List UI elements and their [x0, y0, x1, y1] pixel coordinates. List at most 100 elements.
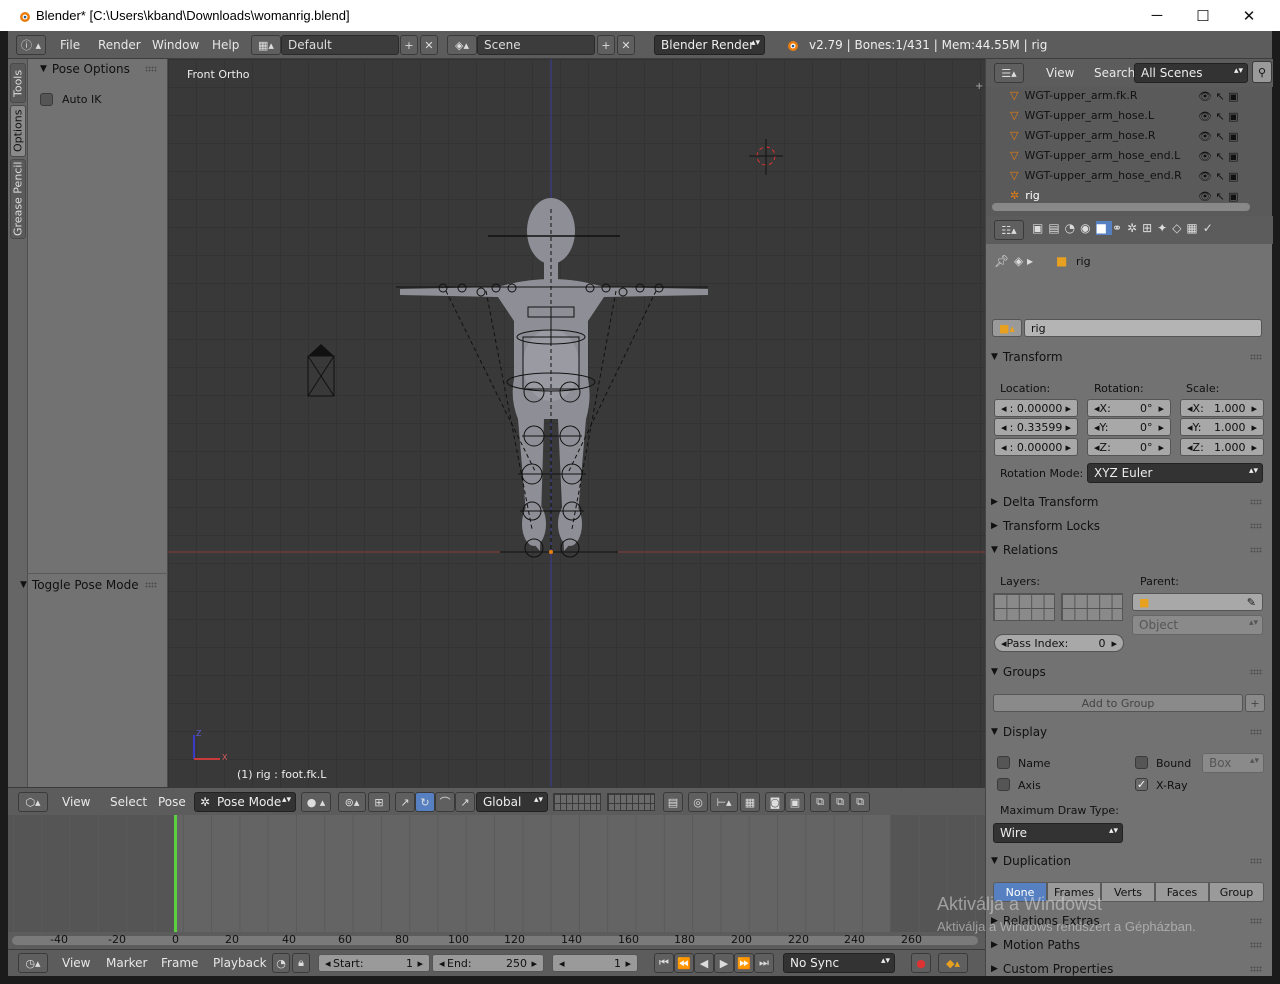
- auto-ik-option[interactable]: Auto IK: [40, 93, 102, 106]
- scale-y-field[interactable]: ◂ Y: 1.000 ▸: [1180, 418, 1264, 436]
- location-x-field[interactable]: ◂: 0.00000 ▸: [994, 399, 1078, 417]
- toggle-pose-panel-header[interactable]: ▼ Toggle Pose Mode: [20, 575, 160, 595]
- jump-start-button[interactable]: ⏮: [654, 953, 674, 973]
- scale-manipulator[interactable]: ⌒: [435, 792, 455, 812]
- start-frame-field[interactable]: ◂ Start: 1 ▸: [318, 954, 430, 972]
- menu-window[interactable]: Window: [144, 38, 207, 52]
- drag-grip-icon[interactable]: [1250, 858, 1262, 864]
- translate-manipulator[interactable]: ↗: [395, 792, 415, 812]
- drag-grip-icon[interactable]: [1250, 729, 1262, 735]
- object-tab-icon[interactable]: ■: [1095, 221, 1112, 235]
- lock-layers-button[interactable]: ▤: [663, 792, 683, 812]
- dup-verts-button[interactable]: Verts: [1101, 882, 1155, 902]
- render-camera-button[interactable]: ◙: [765, 792, 785, 812]
- xray-checkbox[interactable]: ✓: [1135, 778, 1148, 791]
- editor-type-button[interactable]: ⓘ ▴: [16, 35, 46, 55]
- drag-grip-icon[interactable]: [1250, 669, 1262, 675]
- display-panel-header[interactable]: ▼ Display: [991, 721, 1266, 743]
- current-frame-field[interactable]: ◂ 1 ▸: [552, 954, 638, 972]
- drag-grip-icon[interactable]: [1250, 918, 1262, 924]
- timeline-cursor[interactable]: [174, 815, 177, 932]
- drag-grip-icon[interactable]: [145, 66, 157, 72]
- menu-view[interactable]: View: [54, 956, 98, 970]
- tab-options[interactable]: Options: [10, 105, 26, 157]
- rotate-manipulator[interactable]: ↻: [415, 792, 435, 812]
- menu-view[interactable]: View: [1038, 66, 1082, 80]
- object-browse-button[interactable]: ■▴: [992, 319, 1022, 337]
- pin-icon[interactable]: 📌︎: [994, 254, 1009, 268]
- mode-select[interactable]: ✲ Pose Mode ▴▾: [194, 792, 296, 812]
- object-layers-grid-2[interactable]: [1061, 593, 1123, 621]
- close-button[interactable]: ✕: [1226, 0, 1272, 31]
- display-mode-select[interactable]: All Scenes ▴▾: [1134, 63, 1248, 83]
- transform-panel-header[interactable]: ▼ Transform: [991, 346, 1266, 368]
- end-frame-field[interactable]: ◂ End: 250 ▸: [432, 954, 544, 972]
- transform-locks-panel-header[interactable]: ▶ Transform Locks: [991, 515, 1266, 537]
- tab-tools[interactable]: Tools: [10, 63, 26, 103]
- pass-index-field[interactable]: ◂ Pass Index: 0 ▸: [994, 634, 1124, 652]
- proportional-edit-button[interactable]: ◎: [688, 792, 708, 812]
- keying-set-button[interactable]: ◆▴: [938, 953, 968, 973]
- drag-grip-icon[interactable]: [1250, 523, 1262, 529]
- scale-z-field[interactable]: ◂ Z: 1.000 ▸: [1180, 438, 1264, 456]
- relations-panel-header[interactable]: ▼ Relations: [991, 539, 1266, 561]
- minimize-button[interactable]: ─: [1134, 0, 1180, 31]
- rotation-z-field[interactable]: ◂ Z: 0° ▸: [1087, 438, 1171, 456]
- play-button[interactable]: ▶: [714, 953, 734, 973]
- location-z-field[interactable]: ◂: 0.00000 ▸: [994, 438, 1078, 456]
- menu-pose[interactable]: Pose: [150, 795, 194, 809]
- remove-scene-button[interactable]: ✕: [617, 35, 635, 55]
- axis-checkbox[interactable]: [997, 778, 1010, 791]
- play-reverse-button[interactable]: ◀: [694, 953, 714, 973]
- drag-grip-icon[interactable]: [1250, 499, 1262, 505]
- layout-browse-button[interactable]: ▦▴: [251, 35, 281, 55]
- parent-type-select[interactable]: Object ▴▾: [1132, 615, 1263, 635]
- 3d-cursor[interactable]: [749, 139, 783, 175]
- jump-end-button[interactable]: ⏭: [754, 953, 774, 973]
- sync-mode-select[interactable]: No Sync ▴▾: [783, 953, 895, 973]
- add-to-group-button[interactable]: Add to Group: [993, 694, 1243, 712]
- new-group-button[interactable]: +: [1245, 694, 1265, 712]
- drag-grip-icon[interactable]: [1250, 942, 1262, 948]
- rotation-y-field[interactable]: ◂ Y: 0° ▸: [1087, 418, 1171, 436]
- preview-range-button[interactable]: ◔: [272, 953, 290, 973]
- custom-properties-panel-header[interactable]: ▶ Custom Properties: [991, 958, 1266, 980]
- search-button[interactable]: ⚲: [1252, 61, 1272, 83]
- pose-options-panel-header[interactable]: ▼ Pose Options: [40, 59, 160, 79]
- layer-buttons-2[interactable]: [607, 793, 655, 811]
- name-checkbox[interactable]: [997, 756, 1010, 769]
- prev-keyframe-button[interactable]: ⏪: [674, 953, 694, 973]
- motion-paths-panel-header[interactable]: ▶ Motion Paths: [991, 934, 1266, 956]
- next-keyframe-button[interactable]: ⏩: [734, 953, 754, 973]
- remove-layout-button[interactable]: ✕: [420, 35, 438, 55]
- manipulator-toggle[interactable]: ⊞: [368, 792, 390, 812]
- object-name-field[interactable]: rig: [1024, 319, 1262, 337]
- object-layers-grid-1[interactable]: [993, 593, 1055, 621]
- outliner-scrollbar[interactable]: [992, 203, 1250, 211]
- 3d-viewport[interactable]: Front Ortho + Z X (1) rig : foot.fk.L: [168, 59, 985, 787]
- menu-file[interactable]: File: [52, 38, 88, 52]
- snap-element-button[interactable]: ⊢▴: [710, 792, 738, 812]
- sidebar-toggle-icon[interactable]: +: [975, 81, 983, 92]
- parent-field[interactable]: ■ ✎: [1132, 593, 1263, 611]
- scene-name-field[interactable]: Scene: [477, 35, 595, 55]
- menu-marker[interactable]: Marker: [98, 956, 155, 970]
- viewport-shading-button[interactable]: ● ▴: [301, 792, 331, 812]
- location-y-field[interactable]: ◂: 0.33599 ▸: [994, 418, 1078, 436]
- dup-faces-button[interactable]: Faces: [1155, 882, 1209, 902]
- visibility-icons[interactable]: 👁︎ ↖ ▣: [1198, 87, 1256, 107]
- menu-view[interactable]: View: [54, 795, 98, 809]
- drag-grip-icon[interactable]: [1250, 354, 1262, 360]
- delta-transform-panel-header[interactable]: ▶ Delta Transform: [991, 491, 1266, 513]
- tab-grease-pencil[interactable]: Grease Pencil: [10, 159, 26, 239]
- timeline-area[interactable]: [8, 815, 985, 932]
- drag-grip-icon[interactable]: [145, 582, 157, 588]
- bound-type-select[interactable]: Box ▴▾: [1202, 753, 1264, 773]
- dup-group-button[interactable]: Group: [1209, 882, 1264, 902]
- menu-select[interactable]: Select: [102, 795, 155, 809]
- editor-type-button[interactable]: ☷▴: [994, 220, 1024, 240]
- menu-frame[interactable]: Frame: [153, 956, 206, 970]
- eyedropper-icon[interactable]: ✎: [1247, 596, 1256, 609]
- paste-pose-button[interactable]: ⧉: [830, 792, 850, 812]
- bound-checkbox[interactable]: [1135, 756, 1148, 769]
